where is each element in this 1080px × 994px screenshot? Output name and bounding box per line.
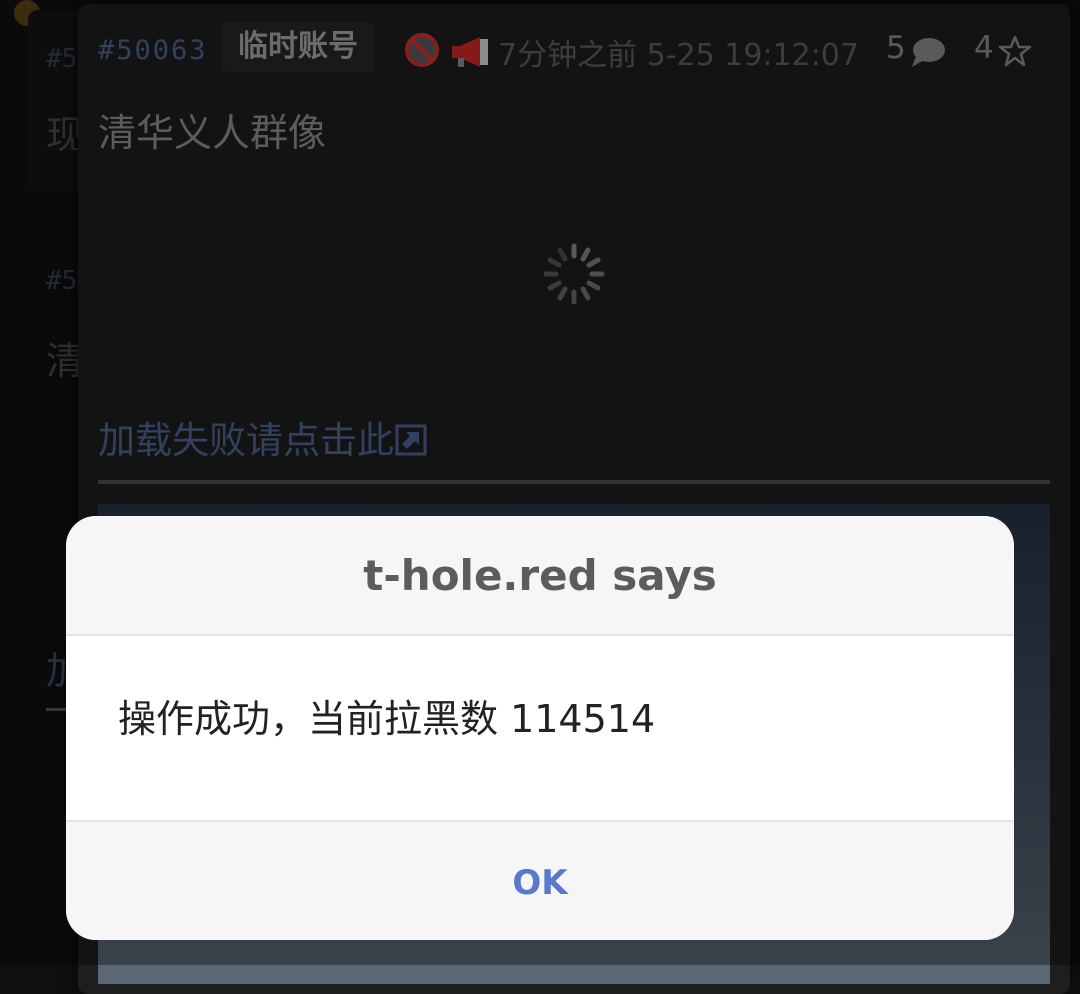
ok-button[interactable]: OK <box>512 863 567 903</box>
dialog-body: 操作成功，当前拉黑数 114514 <box>66 636 1014 820</box>
alert-dialog: t-hole.red says 操作成功，当前拉黑数 114514 OK <box>66 516 1014 940</box>
dialog-message: 操作成功，当前拉黑数 114514 <box>118 697 656 741</box>
dialog-title: t-hole.red says <box>66 516 1014 636</box>
dialog-footer: OK <box>66 820 1014 940</box>
